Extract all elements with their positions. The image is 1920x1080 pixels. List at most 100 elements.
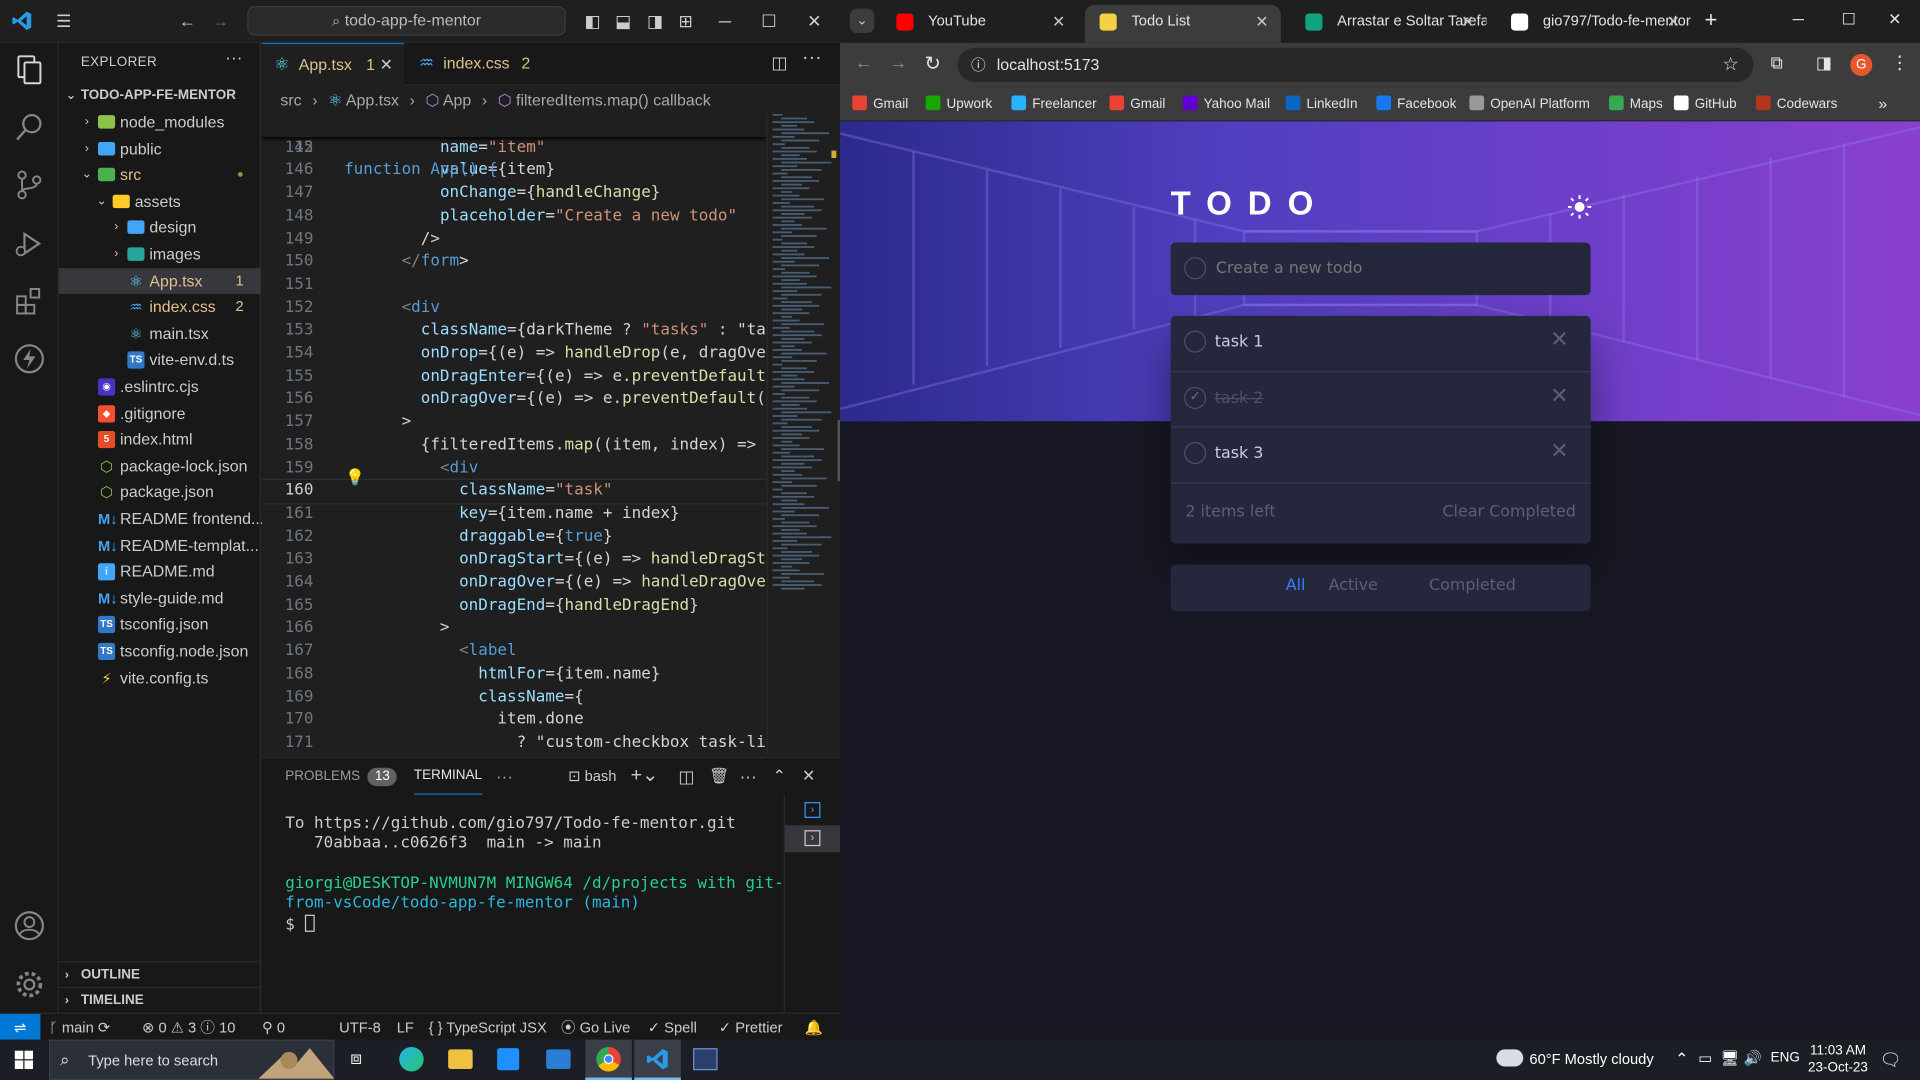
remote-indicator-icon[interactable]: ⇌: [0, 1013, 41, 1040]
minimap[interactable]: [766, 113, 841, 755]
extensions-icon[interactable]: [12, 284, 46, 318]
sun-theme-toggle-icon[interactable]: [1567, 195, 1592, 219]
close-window-icon[interactable]: ✕: [1888, 10, 1901, 30]
code-line[interactable]: 150 </form>: [262, 251, 766, 274]
tab-terminal[interactable]: TERMINAL: [413, 758, 482, 795]
code-line[interactable]: 151: [262, 274, 766, 297]
tree-folder[interactable]: ⌄ src ●: [59, 162, 261, 188]
meet-now-icon[interactable]: ▭: [1698, 1049, 1712, 1066]
timeline-section[interactable]: › TIMELINE: [58, 986, 261, 1013]
tree-file[interactable]: 5 index.html: [59, 426, 261, 452]
unchecked-circle-icon[interactable]: [1184, 442, 1207, 465]
tree-file[interactable]: ⬡ package.json: [59, 479, 261, 505]
chrome-taskbar-item[interactable]: [585, 1039, 632, 1080]
volume-icon[interactable]: 🔊: [1744, 1049, 1762, 1066]
tree-folder[interactable]: › public: [59, 135, 261, 161]
unchecked-circle-icon[interactable]: [1184, 330, 1207, 353]
file-explorer-icon[interactable]: [448, 1049, 473, 1069]
store-icon[interactable]: [497, 1048, 520, 1071]
close-tab-icon[interactable]: ✕: [1667, 5, 1680, 38]
bookmark-item[interactable]: Yahoo Mail: [1182, 87, 1270, 121]
code-line[interactable]: 163 onDragStart={(e) => handleDragSt: [262, 549, 766, 572]
profile-avatar[interactable]: G: [1850, 53, 1873, 76]
tree-file[interactable]: M↓ README frontend...: [59, 506, 264, 532]
more-bookmarks-icon[interactable]: »: [1878, 94, 1887, 112]
todo-item[interactable]: task 3 ✕: [1170, 428, 1591, 484]
reload-icon[interactable]: ↻: [924, 51, 940, 75]
weather-text[interactable]: 60°F Mostly cloudy: [1529, 1051, 1653, 1068]
clock[interactable]: 11:03 AM 23-Oct-23: [1806, 1042, 1870, 1076]
tab-problems[interactable]: PROBLEMS 13: [285, 758, 398, 795]
bookmark-item[interactable]: GitHub: [1673, 87, 1737, 121]
tree-file[interactable]: TS tsconfig.json: [59, 612, 261, 638]
language-indicator[interactable]: ENG: [1771, 1051, 1800, 1066]
prettier-indicator[interactable]: ✓ Prettier: [719, 1014, 783, 1040]
tree-file[interactable]: i README.md: [59, 559, 261, 585]
code-line[interactable]: 152 <div: [262, 297, 766, 320]
edge-browser-icon[interactable]: [399, 1046, 424, 1072]
outline-section[interactable]: › OUTLINE: [58, 961, 261, 987]
more-actions-icon[interactable]: ···: [225, 48, 242, 68]
tree-file[interactable]: ◆ .gitignore: [59, 400, 261, 426]
side-panel-icon[interactable]: ◨: [1816, 53, 1832, 74]
code-line[interactable]: 153 className={darkTheme ? "tasks" : "ta: [262, 320, 766, 343]
bookmark-item[interactable]: Gmail: [852, 87, 908, 121]
tab-search-icon[interactable]: ⌄: [849, 8, 875, 34]
code-line[interactable]: 167 <label: [262, 641, 766, 664]
spell-indicator[interactable]: ✓ Spell: [648, 1014, 697, 1040]
tree-file[interactable]: ◉ .eslintrc.cjs: [59, 373, 261, 399]
new-todo-input[interactable]: [1215, 242, 1572, 296]
tree-folder[interactable]: › images: [59, 241, 261, 267]
tree-file[interactable]: TS tsconfig.node.json: [59, 638, 261, 664]
root-folder[interactable]: ⌄ TODO-APP-FE-MENTOR: [59, 83, 261, 109]
maximize-icon[interactable]: ☐: [1842, 10, 1856, 30]
code-line[interactable]: 155 onDragEnter={(e) => e.preventDefault: [262, 366, 766, 389]
run-debug-icon[interactable]: [12, 227, 46, 261]
delete-todo-icon[interactable]: ✕: [1550, 327, 1568, 353]
code-line[interactable]: 166 >: [262, 618, 766, 641]
maximize-icon[interactable]: ☐: [759, 11, 779, 31]
forward-arrow-icon[interactable]: →: [889, 53, 907, 74]
close-tab-icon[interactable]: ✕: [380, 44, 393, 84]
go-live-button[interactable]: ⦿ Go Live: [561, 1014, 630, 1040]
checked-circle-icon[interactable]: ✓: [1184, 386, 1207, 409]
mail-icon[interactable]: [546, 1049, 571, 1069]
toggle-panel-icon[interactable]: ⬓: [613, 11, 633, 31]
minimize-icon[interactable]: ─: [1793, 10, 1804, 28]
close-window-icon[interactable]: ✕: [804, 11, 824, 31]
more-icon[interactable]: ···: [740, 758, 757, 795]
eol-indicator[interactable]: LF: [397, 1014, 414, 1040]
forward-arrow-icon[interactable]: →: [211, 11, 231, 31]
encoding-indicator[interactable]: UTF-8: [339, 1014, 381, 1040]
ports-indicator[interactable]: ⚲ 0: [262, 1014, 285, 1040]
breadcrumb-file[interactable]: App.tsx: [346, 91, 399, 109]
filter-completed-button[interactable]: Completed: [1429, 577, 1516, 595]
bookmark-item[interactable]: LinkedIn: [1285, 87, 1357, 121]
terminal-instance[interactable]: ›: [784, 825, 841, 853]
back-arrow-icon[interactable]: ←: [855, 53, 873, 74]
bookmark-item[interactable]: OpenAI Platform: [1469, 87, 1590, 121]
clear-completed-button[interactable]: Clear Completed: [1442, 503, 1576, 521]
panel-more-icon[interactable]: ···: [496, 758, 513, 795]
tree-file[interactable]: ⚡ vite.config.ts: [59, 664, 261, 690]
source-control-icon[interactable]: [12, 168, 46, 202]
code-line[interactable]: 148 placeholder="Create a new todo": [262, 205, 766, 228]
code-line[interactable]: 157 >: [262, 412, 766, 435]
maximize-panel-icon[interactable]: ⌃: [773, 758, 786, 795]
minimize-icon[interactable]: ─: [715, 11, 735, 31]
accounts-icon[interactable]: [12, 909, 46, 943]
trash-icon[interactable]: 🗑: [709, 758, 729, 795]
code-line[interactable]: 169 className={: [262, 686, 766, 709]
close-tab-icon[interactable]: ✕: [1255, 5, 1268, 38]
code-editor[interactable]: 12 function App() { 145 name="item"146 v…: [262, 113, 767, 754]
extensions-puzzle-icon[interactable]: ⧉: [1771, 53, 1783, 74]
snipping-tool-icon[interactable]: [693, 1048, 718, 1071]
filter-all-button[interactable]: All: [1286, 577, 1306, 595]
code-line[interactable]: 168 htmlFor={item.name}: [262, 663, 766, 686]
todo-item[interactable]: ✓ task 2 ✕: [1170, 372, 1591, 428]
task-view-icon[interactable]: ⧈: [350, 1048, 362, 1069]
split-editor-icon[interactable]: ◫: [771, 53, 787, 74]
sticky-scroll-line[interactable]: 12 function App() {: [262, 113, 767, 179]
filter-active-button[interactable]: Active: [1329, 577, 1378, 595]
new-terminal-icon[interactable]: +⌄: [631, 758, 659, 795]
